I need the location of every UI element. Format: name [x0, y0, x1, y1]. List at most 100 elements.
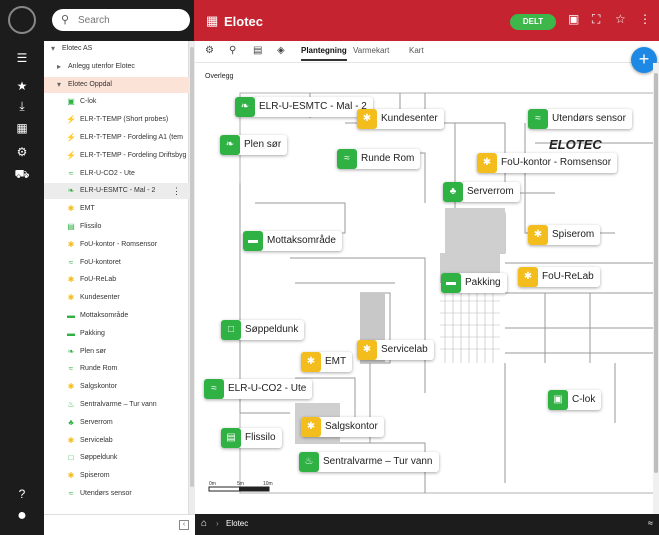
tree-item[interactable]: ▾ Elotec AS — [44, 41, 189, 57]
fan-icon: ✱ — [67, 435, 75, 445]
tree-item[interactable]: ≈ ELR-U-CO2 - Ute — [44, 166, 189, 182]
tree-item[interactable]: ⚡ ELR-T-TEMP (Short probes) — [44, 112, 189, 128]
app-logo[interactable] — [8, 6, 36, 34]
fullscreen-icon[interactable]: ⛶ — [592, 12, 600, 27]
collapse-panel-button[interactable]: ‹ — [179, 520, 189, 530]
layers-icon[interactable]: ◈ — [277, 45, 285, 56]
share-button[interactable]: DELT — [510, 14, 556, 30]
search-box[interactable]: ⚲ — [52, 9, 190, 31]
tree-item[interactable]: ✱ Salgskontor — [44, 379, 189, 395]
tree-item[interactable]: ❧ ELR-U-ESMTC - Mal - 2 ⋮ — [44, 183, 189, 200]
left-rail: ☰ ★ ⤓ ▦ ⚙ ⛟ ? ● — [0, 0, 44, 535]
tree-item[interactable]: ❧ Plen sør — [44, 344, 189, 360]
sensor-marker[interactable]: ✱ Servicelab — [357, 340, 434, 360]
sensor-marker[interactable]: ▬ Mottaksområde — [243, 231, 342, 251]
sensor-marker[interactable]: ≈ ELR-U-CO2 - Ute — [204, 379, 312, 399]
tree-item-label: Mottaksområde — [80, 312, 129, 319]
sensors-icon[interactable]: ⚙ — [205, 45, 214, 56]
tab-plantegning[interactable]: Plantegning — [301, 46, 347, 61]
wind-icon: ≈ — [204, 379, 224, 399]
sensor-marker[interactable]: ▬ Pakking — [441, 273, 507, 293]
home-icon[interactable]: ⌂ — [201, 518, 207, 529]
tree-item-label: Elotec Oppdal — [68, 80, 112, 88]
star-icon[interactable]: ★ — [0, 76, 44, 96]
sensor-marker[interactable]: ≈ Utendørs sensor — [528, 109, 632, 129]
wind-icon: ≈ — [68, 489, 74, 498]
tree-item[interactable]: ⚡ ELR-T-TEMP - Fordeling A1 (tem — [44, 130, 189, 146]
tree-item[interactable]: ✱ Servicelab — [44, 433, 189, 449]
tree-item-label: ELR-T-TEMP - Fordeling A1 (tem — [80, 134, 183, 141]
tree-item-label: Pakking — [80, 329, 105, 337]
sensor-marker[interactable]: ✱ Salgskontor — [301, 417, 384, 437]
account-icon[interactable]: ● — [0, 506, 44, 526]
sitemap-icon[interactable]: ▦ — [0, 118, 44, 138]
download-icon[interactable]: ⤓ — [0, 96, 44, 116]
sensor-label: ELR-U-CO2 - Ute — [228, 383, 307, 394]
floor-plan-canvas[interactable]: Overlegg ELOTEC 0m 5m 10m ❧ ELR-U-ESMTC -… — [195, 63, 659, 514]
tree-item-label: Salgskontor — [80, 383, 117, 391]
sensor-marker[interactable]: ✱ Spiserom — [528, 225, 600, 245]
tree-item-label: Anlegg utenfor Elotec — [68, 62, 135, 70]
tree-item[interactable]: ♣ Serverrom — [44, 415, 189, 431]
tree-item[interactable]: ✱ FoU-ReLab — [44, 272, 189, 288]
sensor-marker[interactable]: ♣ Serverrom — [443, 182, 520, 202]
tree-item[interactable]: ≈ FoU-kontoret — [44, 255, 189, 271]
tree-item[interactable]: ▾ Elotec Oppdal — [44, 76, 189, 93]
tree-item[interactable]: ≈ Utendørs sensor — [44, 486, 189, 502]
tree-item[interactable]: ▬ Pakking — [44, 326, 189, 342]
tree-item[interactable]: ✱ FoU-kontor - Romsensor — [44, 237, 189, 253]
leaf-icon: ❧ — [220, 135, 240, 155]
floor-icon[interactable]: ▤ — [253, 45, 262, 56]
tab-kart[interactable]: Kart — [409, 46, 424, 55]
sensor-marker[interactable]: ▣ C-lok — [548, 390, 601, 410]
caret-right-icon[interactable]: ▸ — [54, 59, 64, 75]
search-input[interactable] — [78, 12, 183, 28]
silo-icon: ▤ — [67, 222, 75, 231]
sensor-marker[interactable]: ▤ Flissilo — [221, 428, 282, 448]
sensor-marker[interactable]: ✱ FoU-ReLab — [518, 267, 600, 287]
fan-icon: ✱ — [301, 352, 321, 372]
tree-item[interactable]: ✱ Spiserom — [44, 468, 189, 484]
item-menu-icon[interactable]: ⋮ — [172, 183, 181, 199]
sensor-label: ELR-U-ESMTC - Mal - 2 — [259, 101, 367, 112]
settings-icon[interactable]: ⚙ — [0, 142, 44, 162]
sensor-marker[interactable]: ≈ Runde Rom — [337, 149, 420, 169]
sensor-label: Sentralvarme – Tur vann — [323, 456, 433, 467]
page-title: Elotec — [224, 14, 264, 29]
sensor-label: Plen sør — [244, 139, 282, 150]
lock-icon[interactable]: ▣ — [568, 12, 579, 26]
canvas-scrollbar[interactable] — [653, 63, 659, 514]
tree-item[interactable]: ✱ EMT — [44, 201, 189, 217]
tree-item[interactable]: ⚡ ELR-T-TEMP - Fordeling Driftsbyg — [44, 148, 189, 164]
sensor-marker[interactable]: ✱ EMT — [301, 352, 352, 372]
tree-item-label: Servicelab — [80, 436, 113, 444]
heat-icon: ♨ — [67, 400, 75, 409]
tree-item[interactable]: ▸ Anlegg utenfor Elotec — [44, 59, 189, 75]
tree-item[interactable]: ▣ C-lok — [44, 94, 189, 110]
tree-item[interactable]: ≈ Runde Rom — [44, 361, 189, 377]
sensor-marker[interactable]: □ Søppeldunk — [221, 320, 304, 340]
breadcrumb-current[interactable]: Elotec — [226, 519, 248, 528]
sensor-marker[interactable]: ❧ ELR-U-ESMTC - Mal - 2 — [235, 97, 373, 117]
sensor-marker[interactable]: ♨ Sentralvarme – Tur vann — [299, 452, 439, 472]
star-outline-icon[interactable]: ☆ — [615, 12, 626, 26]
hierarchy-icon[interactable]: ☰ — [0, 48, 44, 68]
pin-icon[interactable]: ⚲ — [229, 45, 236, 56]
truck-icon[interactable]: ⛟ — [0, 164, 44, 184]
help-icon[interactable]: ? — [0, 484, 44, 504]
sensor-label: Utendørs sensor — [552, 113, 626, 124]
caret-down-icon[interactable]: ▾ — [48, 41, 58, 57]
tree-item-label: FoU-ReLab — [80, 276, 117, 284]
sensor-marker[interactable]: ✱ Kundesenter — [357, 109, 444, 129]
tree-item[interactable]: ▬ Mottaksområde — [44, 308, 189, 324]
caret-down-icon[interactable]: ▾ — [54, 77, 64, 93]
sensor-marker[interactable]: ✱ FoU-kontor - Romsensor — [477, 153, 617, 173]
more-vertical-icon[interactable]: ⋮ — [639, 12, 651, 26]
sensor-marker[interactable]: ❧ Plen sør — [220, 135, 287, 155]
tree-item[interactable]: ▤ Flissilo — [44, 219, 189, 235]
tree-item[interactable]: ✱ Kundesenter — [44, 290, 189, 306]
sensor-label: Serverrom — [467, 186, 514, 197]
tree-item[interactable]: □ Søppeldunk — [44, 450, 189, 466]
tree-item[interactable]: ♨ Sentralvarme – Tur vann — [44, 397, 189, 413]
tab-varmekart[interactable]: Varmekart — [353, 46, 389, 55]
